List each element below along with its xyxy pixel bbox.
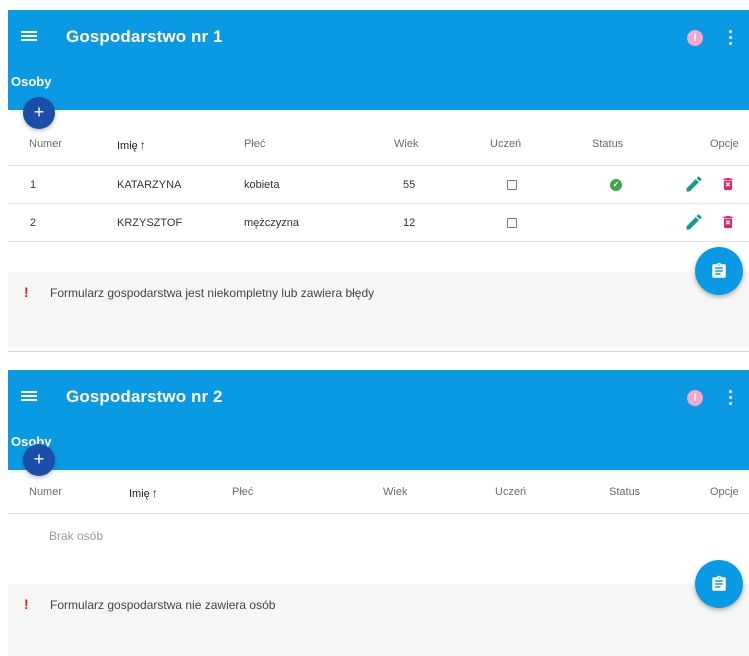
household-card-2: Gospodarstwo nr 2 ! Osoby + Numer Imię ↑ … xyxy=(8,360,749,656)
column-header-student[interactable]: Uczeń xyxy=(495,486,526,498)
sort-arrow-up-icon: ↑ xyxy=(151,486,158,500)
warning-exclamation-icon: ! xyxy=(24,284,29,300)
column-header-options: Opcje xyxy=(710,486,739,498)
column-header-options: Opcje xyxy=(710,138,739,150)
alert-circle-icon[interactable]: ! xyxy=(687,390,703,406)
column-header-age[interactable]: Wiek xyxy=(394,138,418,150)
table-header: Numer Imię ↑ Płeć Wiek Uczeń Status Opcje xyxy=(8,476,749,514)
row-name: KATARZYNA xyxy=(117,179,182,191)
clipboard-icon xyxy=(712,262,726,278)
row-sex: kobieta xyxy=(244,179,280,191)
section-label: Osoby xyxy=(11,74,52,89)
clipboard-fab-button[interactable] xyxy=(695,560,743,608)
student-checkbox[interactable] xyxy=(507,218,517,228)
sort-arrow-up-icon: ↑ xyxy=(139,138,146,152)
household-title: Gospodarstwo nr 2 xyxy=(66,387,223,406)
household-header: Gospodarstwo nr 1 ! Osoby xyxy=(8,10,749,110)
row-age: 12 xyxy=(403,217,416,229)
delete-box-icon[interactable] xyxy=(720,213,736,231)
household-card-1: Gospodarstwo nr 1 ! Osoby + Numer Imię ↑ … xyxy=(8,0,749,352)
clipboard-icon xyxy=(712,575,726,591)
validation-footer: ! Formularz gospodarstwa jest niekomplet… xyxy=(8,272,749,348)
student-checkbox[interactable] xyxy=(507,180,517,190)
table-row[interactable]: 2 KRZYSZTOF mężczyzna 12 xyxy=(8,204,749,242)
column-header-name[interactable]: Imię ↑ xyxy=(129,486,158,500)
add-person-button[interactable]: + xyxy=(23,97,55,129)
more-vert-icon[interactable] xyxy=(727,387,735,407)
row-name: KRZYSZTOF xyxy=(117,217,183,229)
column-header-status[interactable]: Status xyxy=(609,486,640,498)
pencil-icon[interactable] xyxy=(684,174,704,194)
validation-footer: ! Formularz gospodarstwa nie zawiera osó… xyxy=(8,584,749,656)
row-age: 55 xyxy=(403,179,416,191)
column-header-number[interactable]: Numer xyxy=(29,138,62,150)
column-header-sex[interactable]: Płeć xyxy=(232,486,253,498)
hamburger-menu-icon[interactable] xyxy=(21,388,39,402)
column-header-sex[interactable]: Płeć xyxy=(244,138,265,150)
column-header-status[interactable]: Status xyxy=(592,138,623,150)
pencil-icon[interactable] xyxy=(684,212,704,232)
more-vert-icon[interactable] xyxy=(727,27,735,47)
household-header: Gospodarstwo nr 2 ! Osoby xyxy=(8,370,749,470)
check-circle-icon: ✓ xyxy=(610,179,622,191)
validation-message: Formularz gospodarstwa nie zawiera osób xyxy=(50,598,276,612)
alert-circle-icon[interactable]: ! xyxy=(687,30,703,46)
table-row[interactable]: 1 KATARZYNA kobieta 55 ✓ xyxy=(8,166,749,204)
column-header-name-label: Imię xyxy=(117,140,138,152)
add-person-button[interactable]: + xyxy=(23,444,55,476)
row-number: 1 xyxy=(30,179,37,191)
column-header-student[interactable]: Uczeń xyxy=(490,138,521,150)
column-header-name-label: Imię xyxy=(129,488,150,500)
table-header: Numer Imię ↑ Płeć Wiek Uczeń Status Opcje xyxy=(8,128,749,166)
hamburger-menu-icon[interactable] xyxy=(21,28,39,42)
validation-message: Formularz gospodarstwa jest niekompletny… xyxy=(50,286,375,300)
row-number: 2 xyxy=(30,217,37,229)
clipboard-fab-button[interactable] xyxy=(695,247,743,295)
delete-box-icon[interactable] xyxy=(720,175,736,193)
column-header-name[interactable]: Imię ↑ xyxy=(117,138,146,152)
column-header-age[interactable]: Wiek xyxy=(383,486,407,498)
warning-exclamation-icon: ! xyxy=(24,596,29,612)
empty-list-message: Brak osób xyxy=(49,529,104,543)
column-header-number[interactable]: Numer xyxy=(29,486,62,498)
row-sex: mężczyzna xyxy=(244,217,300,229)
household-title: Gospodarstwo nr 1 xyxy=(66,27,223,46)
